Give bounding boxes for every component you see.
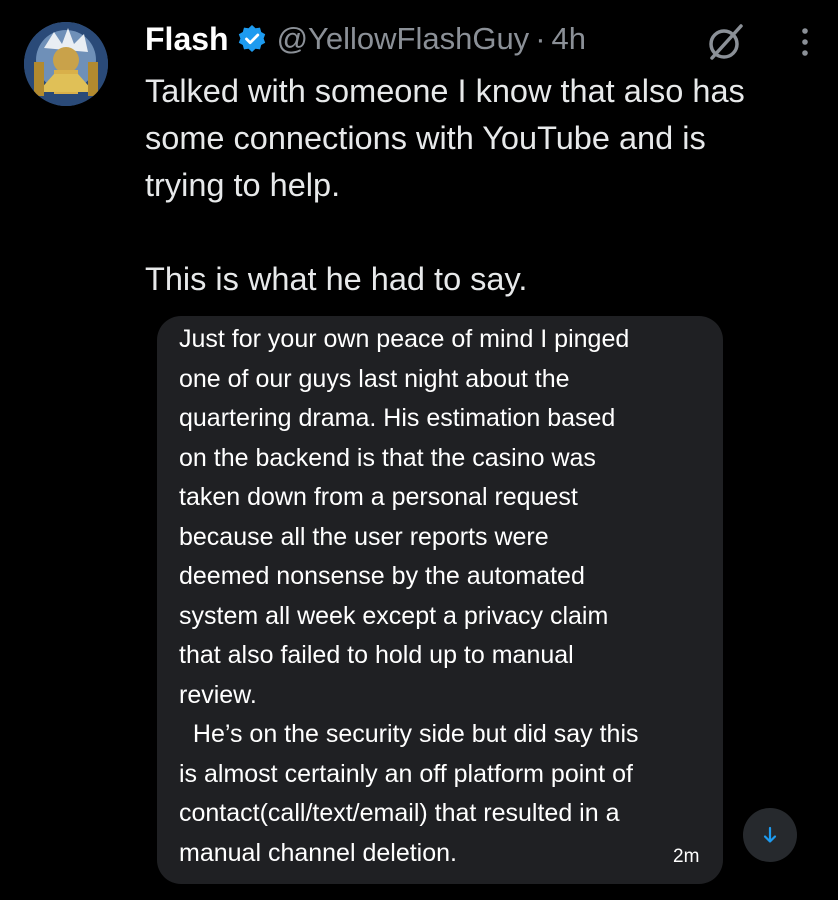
- tweet-header: Flash @YellowFlashGuy · 4h: [145, 14, 586, 64]
- arrow-down-icon: [763, 826, 777, 843]
- message-timestamp: 2m: [673, 846, 700, 867]
- author-name[interactable]: Flash: [145, 21, 229, 58]
- avatar[interactable]: [24, 22, 108, 106]
- separator: ·: [535, 21, 546, 56]
- tweet-timestamp[interactable]: 4h: [552, 21, 586, 57]
- scroll-down-button[interactable]: [743, 808, 797, 862]
- avatar-image: [24, 22, 108, 106]
- author-handle[interactable]: @YellowFlashGuy: [277, 21, 530, 57]
- tweet-text: Talked with someone I know that also has…: [145, 73, 745, 297]
- message-text: Just for your own peace of mind I pinged…: [179, 325, 639, 867]
- verified-badge-icon: [237, 24, 267, 54]
- more-vertical-icon[interactable]: [795, 22, 815, 62]
- grok-icon[interactable]: [704, 20, 748, 64]
